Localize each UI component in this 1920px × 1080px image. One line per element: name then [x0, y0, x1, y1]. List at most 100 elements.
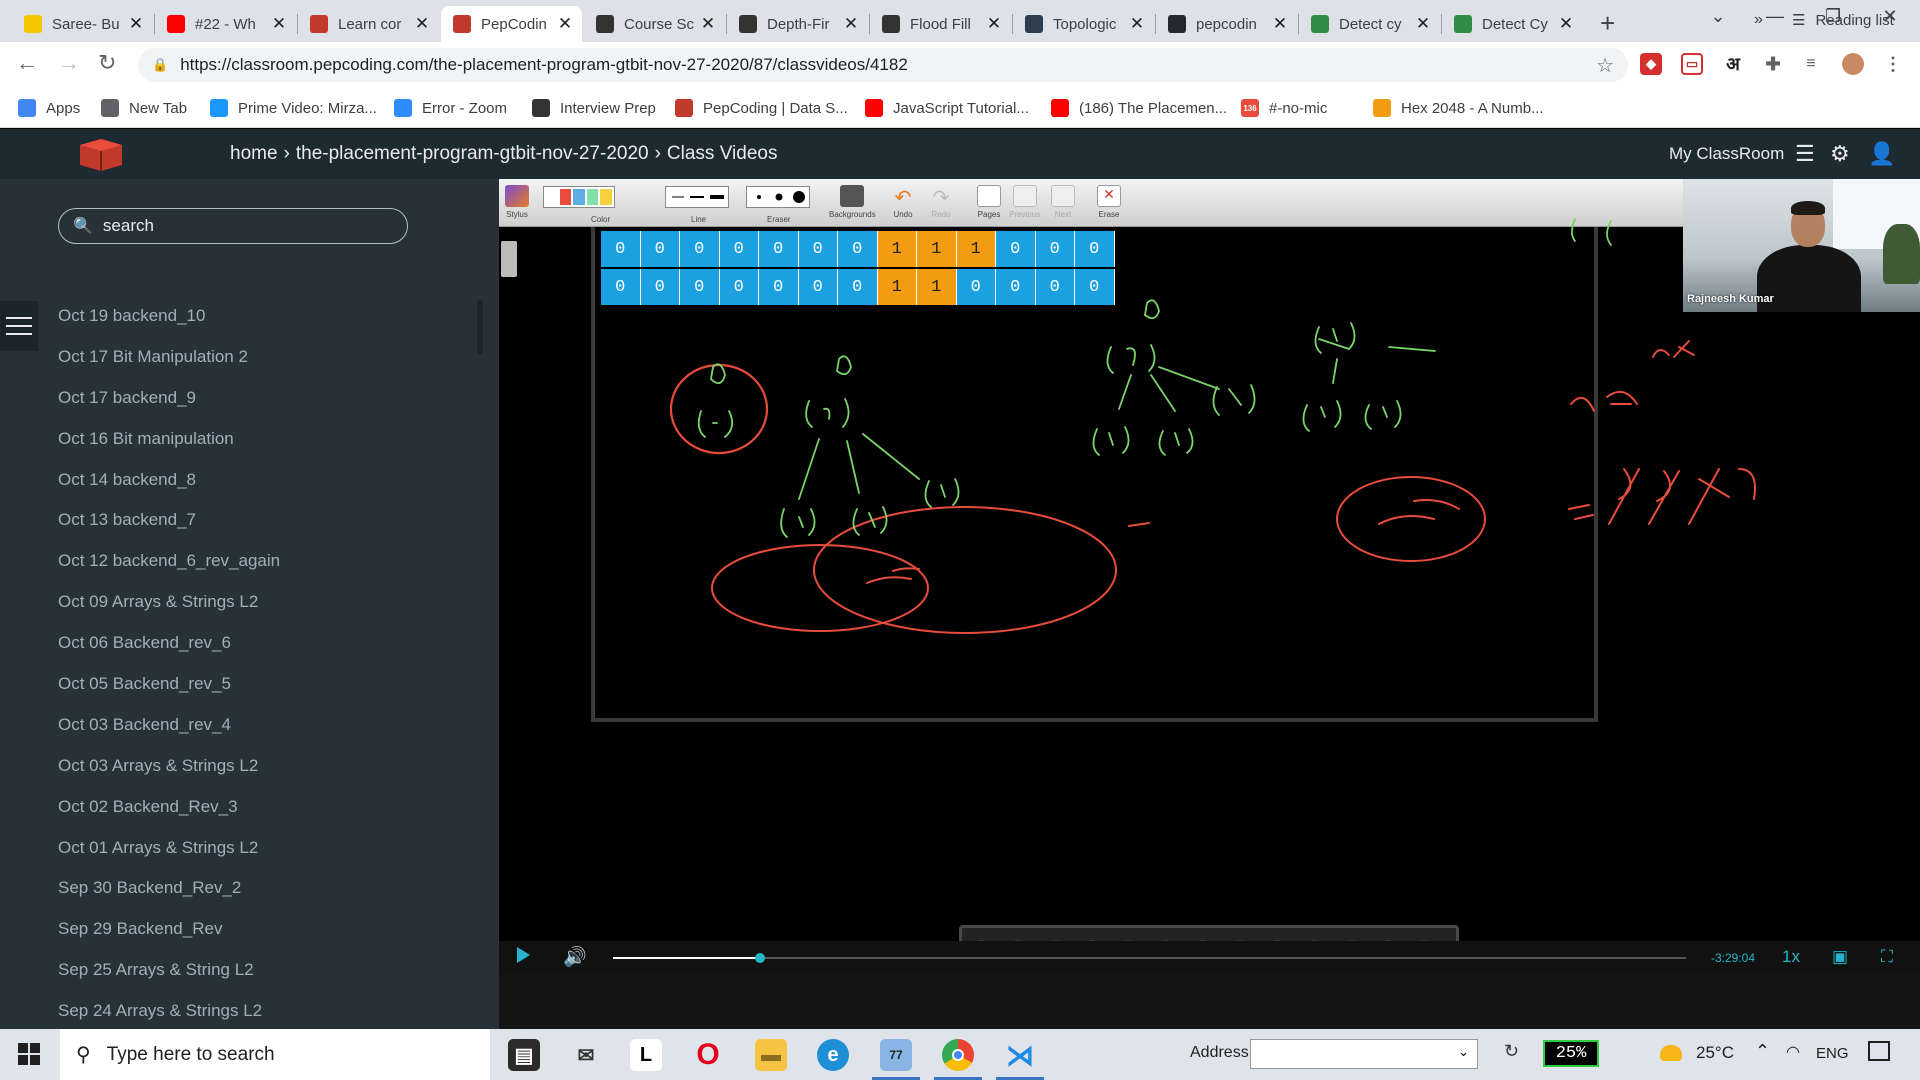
address-toolbar-input[interactable]: ⌄: [1250, 1039, 1478, 1069]
video-list-item[interactable]: Oct 09 Arrays & Strings L2: [58, 592, 280, 633]
close-tab-icon[interactable]: ✕: [556, 14, 574, 34]
video-list-item[interactable]: Oct 13 backend_7: [58, 510, 280, 551]
new-tab-button[interactable]: +: [1600, 8, 1615, 39]
breadcrumb-course[interactable]: the-placement-program-gtbit-nov-27-2020: [296, 143, 649, 164]
volume-icon[interactable]: 🔊: [563, 945, 587, 969]
video-list-item[interactable]: Oct 06 Backend_rev_6: [58, 633, 280, 674]
fullscreen-icon[interactable]: ⛶: [1881, 947, 1893, 967]
extensions-puzzle-icon[interactable]: ✚: [1762, 53, 1784, 75]
my-classroom-link[interactable]: My ClassRoom: [1669, 144, 1784, 164]
play-icon[interactable]: [517, 947, 530, 963]
refresh-icon[interactable]: ↻: [1504, 1041, 1519, 1062]
bookmark-item[interactable]: (186) The Placemen...: [1051, 96, 1227, 120]
list-menu-icon[interactable]: ☰: [1795, 141, 1815, 167]
address-bar[interactable]: 🔒 https://classroom.pepcoding.com/the-pl…: [138, 48, 1628, 82]
opera-icon[interactable]: O: [692, 1038, 724, 1071]
tray-chevron-up-icon[interactable]: ⌃: [1755, 1041, 1770, 1062]
video-list-item[interactable]: Oct 12 backend_6_rev_again: [58, 551, 280, 592]
bookmark-item[interactable]: Interview Prep: [532, 96, 656, 120]
sidebar-scrollbar[interactable]: [477, 299, 483, 354]
settings-gear-icon[interactable]: ⚙: [1830, 141, 1850, 167]
battery-indicator[interactable]: 25%: [1543, 1040, 1599, 1067]
video-list-item[interactable]: Oct 17 backend_9: [58, 388, 280, 429]
close-tab-icon[interactable]: ✕: [1414, 14, 1432, 34]
video-list-item[interactable]: Oct 03 Arrays & Strings L2: [58, 756, 280, 797]
seek-handle[interactable]: [755, 953, 765, 963]
video-list-item[interactable]: Oct 14 backend_8: [58, 470, 280, 511]
notifications-icon[interactable]: [1868, 1041, 1890, 1061]
reading-list-button[interactable]: ☰ Reading list: [1792, 8, 1894, 32]
browser-tab[interactable]: PepCodin ✕: [441, 6, 582, 42]
app-l-icon[interactable]: L: [630, 1039, 662, 1071]
browser-tab[interactable]: Flood Fill ✕: [870, 6, 1011, 42]
close-tab-icon[interactable]: ✕: [985, 14, 1003, 34]
chevron-down-icon[interactable]: ⌄: [1458, 1044, 1469, 1060]
video-list-item[interactable]: Sep 24 Arrays & Strings L2: [58, 1001, 280, 1029]
microsoft-store-icon[interactable]: ▤: [508, 1039, 540, 1071]
bookmark-item[interactable]: Error - Zoom: [394, 96, 507, 120]
browser-tab[interactable]: Course Sc ✕: [584, 6, 725, 42]
bookmark-item[interactable]: PepCoding | Data S...: [675, 96, 848, 120]
bookmarks-overflow-icon[interactable]: »: [1754, 8, 1763, 32]
video-list-item[interactable]: Oct 16 Bit manipulation: [58, 429, 280, 470]
vscode-window-icon[interactable]: 77: [872, 1039, 920, 1080]
video-list-item[interactable]: Oct 02 Backend_Rev_3: [58, 797, 280, 838]
forward-icon[interactable]: →: [58, 50, 80, 76]
video-list-item[interactable]: Oct 01 Arrays & Strings L2: [58, 838, 280, 879]
breadcrumb-home[interactable]: home: [230, 143, 278, 164]
video-list-item[interactable]: Sep 25 Arrays & String L2: [58, 960, 280, 1001]
browser-tab[interactable]: pepcodin ✕: [1156, 6, 1297, 42]
close-tab-icon[interactable]: ✕: [1271, 14, 1289, 34]
close-tab-icon[interactable]: ✕: [127, 14, 145, 34]
video-list-item[interactable]: Sep 29 Backend_Rev: [58, 919, 280, 960]
file-explorer-icon[interactable]: ▬: [755, 1039, 787, 1071]
browser-tab[interactable]: Learn cor ✕: [298, 6, 439, 42]
close-tab-icon[interactable]: ✕: [1128, 14, 1146, 34]
back-icon[interactable]: ←: [16, 50, 38, 76]
search-field[interactable]: 🔍: [58, 208, 408, 244]
extension-shield-icon[interactable]: ◆: [1640, 53, 1662, 75]
browser-tab[interactable]: Detect Cy ✕: [1442, 6, 1583, 42]
more-menu-icon[interactable]: ⋮: [1882, 53, 1904, 75]
pepcoding-logo[interactable]: [76, 137, 126, 173]
extension-screen-icon[interactable]: ▭: [1681, 53, 1703, 75]
bookmark-item[interactable]: Hex 2048 - A Numb...: [1373, 96, 1544, 120]
video-list-item[interactable]: Sep 30 Backend_Rev_2: [58, 878, 280, 919]
bookmark-star-icon[interactable]: ☆: [1596, 53, 1614, 78]
close-tab-icon[interactable]: ✕: [842, 14, 860, 34]
taskbar-search[interactable]: ⚲ Type here to search: [60, 1029, 490, 1080]
close-tab-icon[interactable]: ✕: [699, 14, 717, 34]
close-tab-icon[interactable]: ✕: [270, 14, 288, 34]
video-list-item[interactable]: Oct 19 backend_10: [58, 306, 280, 347]
browser-tab[interactable]: Depth-Fir ✕: [727, 6, 868, 42]
chrome-icon[interactable]: [934, 1039, 982, 1080]
weather-widget[interactable]: 25°C: [1660, 1043, 1734, 1063]
bookmark-item[interactable]: Prime Video: Mirza...: [210, 96, 377, 120]
picture-in-picture-icon[interactable]: ▣: [1832, 947, 1848, 967]
browser-tab[interactable]: #22 - Wh ✕: [155, 6, 296, 42]
bookmark-item[interactable]: New Tab: [101, 96, 187, 120]
reload-icon[interactable]: ↻: [98, 50, 116, 76]
bookmark-item[interactable]: JavaScript Tutorial...: [865, 96, 1029, 120]
profile-avatar[interactable]: [1842, 53, 1864, 75]
browser-tab[interactable]: Saree- Bu ✕: [12, 6, 153, 42]
search-input[interactable]: [102, 216, 393, 236]
seek-bar[interactable]: [613, 953, 1686, 963]
bookmark-item[interactable]: 136 #-no-mic: [1241, 96, 1327, 120]
wifi-icon[interactable]: ◠: [1786, 1042, 1800, 1062]
browser-tab[interactable]: Topologic ✕: [1013, 6, 1154, 42]
video-list-item[interactable]: Oct 17 Bit Manipulation 2: [58, 347, 280, 388]
edge-icon[interactable]: e: [817, 1039, 849, 1071]
close-tab-icon[interactable]: ✕: [413, 14, 431, 34]
mail-icon[interactable]: ✉: [570, 1039, 602, 1071]
tab-search-icon[interactable]: ⌄: [1695, 6, 1741, 27]
language-indicator[interactable]: ENG: [1816, 1045, 1849, 1062]
media-queue-icon[interactable]: ≡: [1800, 53, 1822, 75]
video-list-item[interactable]: Oct 05 Backend_rev_5: [58, 674, 280, 715]
bookmark-item[interactable]: Apps: [18, 96, 80, 120]
close-tab-icon[interactable]: ✕: [1557, 14, 1575, 34]
video-player[interactable]: Stylus Color Line Eraser Backgrounds ↶ Un…: [499, 179, 1920, 1029]
windows-start-icon[interactable]: [18, 1043, 40, 1065]
extension-hindi-icon[interactable]: अ: [1722, 53, 1744, 75]
visual-studio-code-icon[interactable]: ⋊: [996, 1039, 1044, 1080]
